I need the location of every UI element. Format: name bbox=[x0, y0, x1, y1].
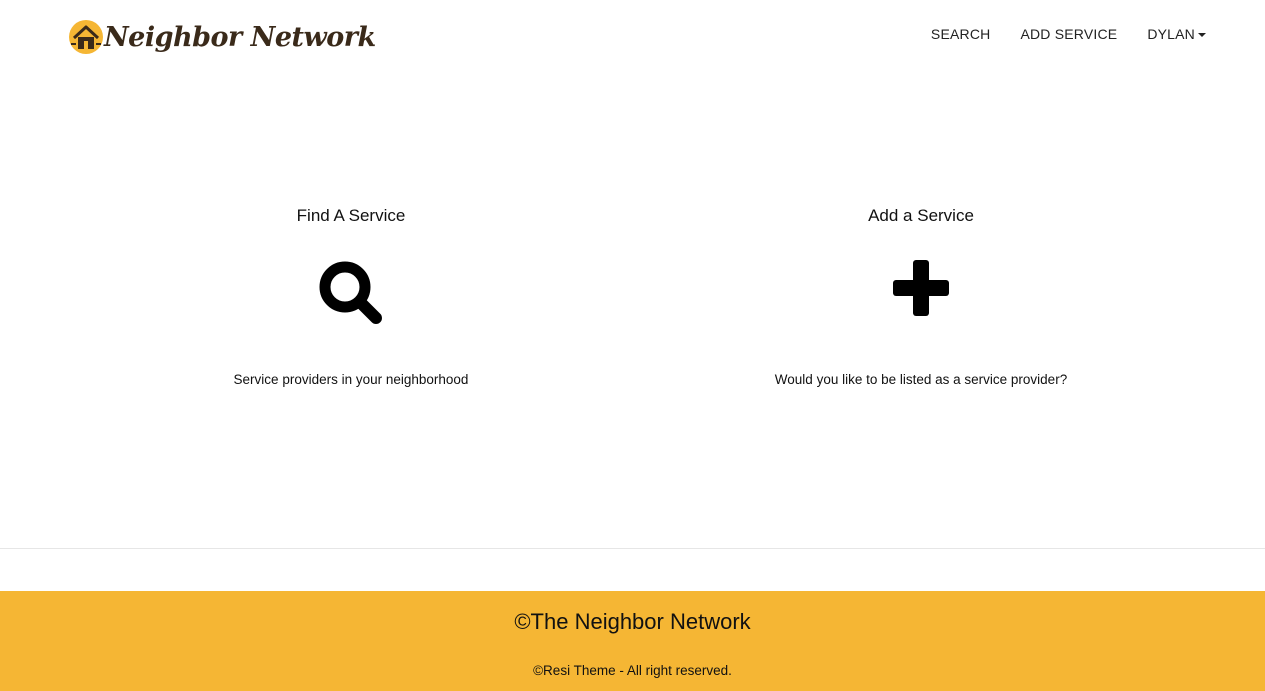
user-menu-label: DYLAN bbox=[1147, 26, 1195, 42]
nav-add-service-link[interactable]: ADD SERVICE bbox=[1020, 26, 1117, 42]
brand-name: Neighbor Network bbox=[104, 21, 376, 53]
navbar: Neighbor Network SEARCH ADD SERVICE DYLA… bbox=[0, 0, 1265, 72]
house-icon bbox=[69, 20, 103, 54]
find-service-title: Find A Service bbox=[296, 206, 406, 225]
footer-title: ©The Neighbor Network bbox=[514, 609, 751, 634]
footer-copyright: ©Resi Theme - All right reserved. bbox=[533, 663, 732, 678]
footer: ©The Neighbor Network ©Resi Theme - All … bbox=[0, 591, 1265, 691]
caret-down-icon bbox=[1198, 33, 1206, 37]
nav-add-service-label: ADD SERVICE bbox=[1020, 26, 1118, 42]
brand-logo-link[interactable]: Neighbor Network bbox=[68, 14, 376, 60]
add-service-feature: Add a Service Would you like to be liste… bbox=[711, 204, 1131, 387]
search-icon[interactable] bbox=[318, 260, 384, 326]
add-service-description: Would you like to be listed as a service… bbox=[774, 372, 1068, 387]
find-service-feature: Find A Service Service providers in your… bbox=[141, 204, 561, 387]
user-menu-dropdown[interactable]: DYLAN bbox=[1147, 26, 1206, 42]
add-service-title: Add a Service bbox=[868, 206, 974, 225]
section-divider bbox=[0, 548, 1265, 549]
nav-search-label: SEARCH bbox=[930, 26, 991, 42]
main-nav: SEARCH ADD SERVICE DYLAN bbox=[901, 26, 1206, 42]
find-service-description: Service providers in your neighborhood bbox=[233, 372, 469, 387]
plus-icon[interactable] bbox=[893, 260, 949, 316]
nav-search-link[interactable]: SEARCH bbox=[931, 26, 991, 42]
